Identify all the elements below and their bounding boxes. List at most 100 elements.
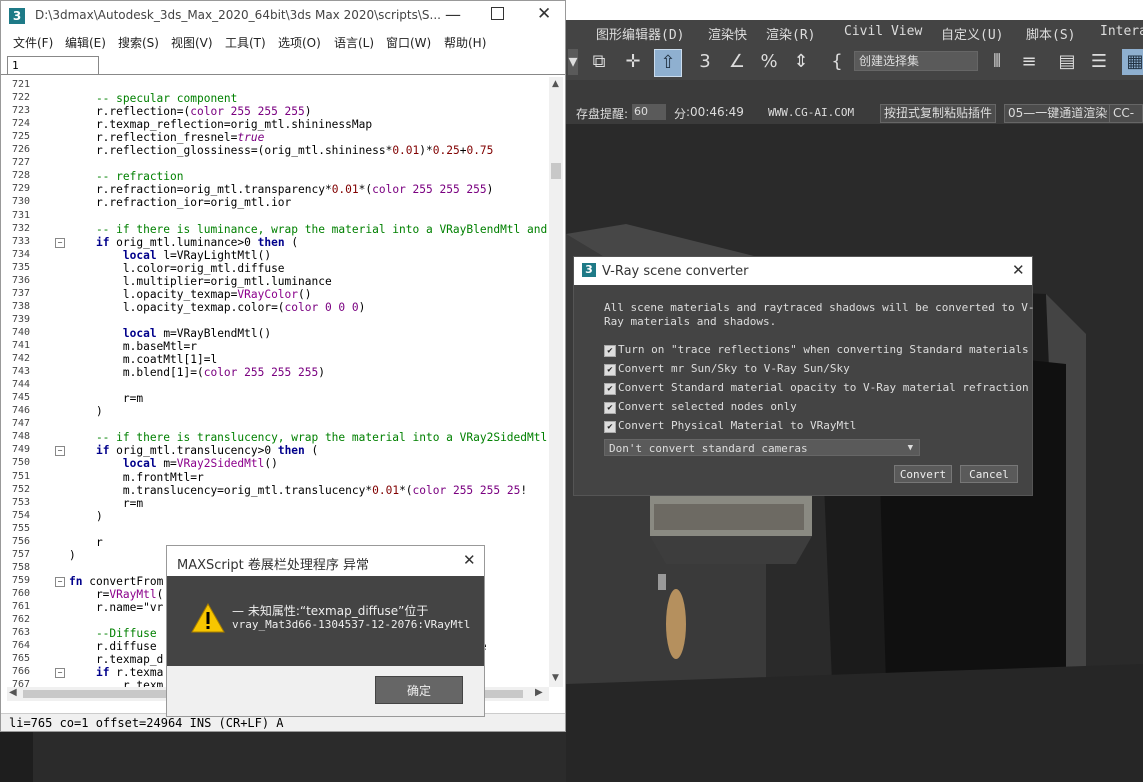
code-line: m.translucency=orig_mtl.translucency*0.0… — [69, 483, 528, 497]
error-dialog-titlebar: MAXScript 卷展栏处理程序 异常 ✕ — [167, 546, 484, 576]
snaps-3d-icon[interactable]: 3 — [692, 49, 718, 75]
line-number: 743 — [12, 366, 31, 378]
line-number: 758 — [12, 561, 31, 573]
channel-render-button[interactable]: 05—一键通道渲染 — [1004, 104, 1112, 123]
menu-render-quick[interactable]: 渲染快 — [708, 24, 747, 43]
option-label: Turn on "trace reflections" when convert… — [618, 343, 1029, 356]
vray-description-1: All scene materials and raytraced shadow… — [604, 301, 1035, 314]
code-line: if orig_mtl.translucency>0 then ( — [95, 444, 319, 458]
menu-customize[interactable]: 自定义(U) — [941, 24, 1003, 43]
line-number: 722 — [12, 92, 31, 104]
move-icon[interactable]: ✛ — [620, 49, 646, 75]
tab-vrayutils[interactable]: 1 vrayutils.ms — [7, 56, 99, 90]
menu-scripting[interactable]: 脚本(S) — [1026, 24, 1075, 43]
scroll-down-icon[interactable]: ▼ — [552, 673, 559, 683]
menu-interactive[interactable]: Intera — [1100, 24, 1143, 39]
ok-button[interactable]: 确定 — [375, 676, 463, 704]
editor-menubar: 文件(F) 编辑(E) 搜索(S) 视图(V) 工具(T) 选项(O) 语言(L… — [1, 31, 565, 53]
error-dialog-body: — 未知属性:“texmap_diffuse”位于 vray_Mat3d66-1… — [167, 576, 484, 666]
code-line: r.name="vr — [69, 601, 164, 614]
option-checkbox[interactable]: ✔ — [604, 421, 616, 433]
autosave-spinner[interactable]: 60 — [632, 104, 666, 120]
option-label: Convert selected nodes only — [618, 400, 797, 413]
menu-edit[interactable]: 编辑(E) — [65, 34, 106, 51]
line-number: 745 — [12, 392, 31, 404]
option-checkbox[interactable]: ✔ — [604, 383, 616, 395]
copy-paste-plugin-button[interactable]: 按扭式复制粘贴插件 — [880, 104, 997, 123]
menu-civil-view[interactable]: Civil View — [844, 24, 922, 39]
line-number: 764 — [12, 640, 31, 652]
vray-description-2: Ray materials and shadows. — [604, 315, 777, 328]
option-label: Convert Standard material opacity to V-R… — [618, 381, 1029, 394]
dropdown-arrow-icon[interactable]: ▾ — [568, 49, 578, 75]
close-icon[interactable]: ✕ — [1012, 261, 1025, 279]
menu-rendering[interactable]: 渲染(R) — [766, 24, 815, 43]
vertical-scroll-thumb[interactable] — [551, 163, 561, 179]
scroll-right-icon[interactable]: ▶ — [535, 687, 543, 698]
menu-tools[interactable]: 工具(T) — [225, 34, 266, 51]
snap-toggle-icon[interactable]: ⧉ — [586, 49, 612, 75]
option-checkbox[interactable]: ✔ — [604, 364, 616, 376]
cancel-button[interactable]: Cancel — [960, 465, 1018, 483]
menu-view[interactable]: 视图(V) — [171, 34, 213, 51]
fold-toggle-icon[interactable]: − — [55, 446, 65, 457]
line-number: 728 — [12, 170, 31, 182]
convert-button[interactable]: Convert — [894, 465, 952, 483]
minimize-icon[interactable]: — — [445, 5, 461, 24]
error-dialog-footer: 确定 — [167, 666, 484, 716]
mirror-icon[interactable]: ⫴ — [984, 49, 1010, 75]
menu-language[interactable]: 语言(L) — [334, 34, 374, 51]
menu-graph-editors[interactable]: 图形编辑器(D) — [596, 24, 684, 43]
menu-file[interactable]: 文件(F) — [13, 34, 53, 51]
fold-toggle-icon[interactable]: − — [55, 668, 65, 679]
code-line: --Diffuse — [69, 627, 157, 641]
line-number: 730 — [12, 196, 31, 208]
error-message-1: — 未知属性:“texmap_diffuse”位于 — [232, 604, 429, 618]
code-line: -- specular component — [69, 92, 238, 106]
close-icon[interactable]: ✕ — [463, 551, 476, 569]
scene-explorer-icon[interactable]: ▤ — [1054, 49, 1080, 75]
line-number: 754 — [12, 509, 31, 521]
line-number: 727 — [12, 157, 31, 169]
menu-help[interactable]: 帮助(H) — [444, 34, 486, 51]
line-number: 763 — [12, 627, 31, 639]
line-number: 759 — [12, 574, 31, 586]
align-icon[interactable]: ≡ — [1016, 49, 1042, 75]
line-number: 729 — [12, 183, 31, 195]
vertical-scrollbar[interactable]: ▲ ▼ — [549, 77, 563, 687]
fold-toggle-icon[interactable]: − — [55, 237, 65, 248]
code-line: r.reflection_fresnel=true — [69, 131, 265, 145]
layer-explorer-icon[interactable]: ☰ — [1086, 49, 1112, 75]
option-label: Convert Physical Material to VRayMtl — [618, 419, 857, 432]
chevron-down-icon: ▼ — [907, 443, 913, 453]
ribbon-toggle-icon[interactable]: ▦ — [1122, 49, 1143, 75]
named-selection-icon[interactable]: { — [824, 49, 850, 75]
line-number: 760 — [12, 587, 31, 599]
line-number: 742 — [12, 353, 31, 365]
menu-search[interactable]: 搜索(S) — [118, 34, 159, 51]
spinner-snap-icon[interactable]: ⇕ — [788, 49, 814, 75]
menu-window[interactable]: 窗口(W) — [386, 34, 431, 51]
line-number: 767 — [12, 679, 31, 687]
line-number: 751 — [12, 470, 31, 482]
option-label: Convert mr Sun/Sky to V-Ray Sun/Sky — [618, 362, 850, 375]
select-object-icon[interactable]: ⇧ — [654, 49, 682, 77]
option-checkbox[interactable]: ✔ — [604, 345, 616, 357]
scroll-up-icon[interactable]: ▲ — [552, 79, 559, 89]
maximize-icon[interactable] — [491, 7, 504, 20]
selection-set-dropdown[interactable]: 创建选择集 — [854, 51, 978, 71]
close-icon[interactable]: ✕ — [537, 4, 551, 24]
angle-snap-icon[interactable]: ∠ — [724, 49, 750, 75]
option-checkbox[interactable]: ✔ — [604, 402, 616, 414]
camera-conversion-dropdown[interactable]: Don't convert standard cameras ▼ — [604, 439, 920, 456]
menu-options[interactable]: 选项(O) — [278, 34, 321, 51]
fold-toggle-icon[interactable]: − — [55, 576, 65, 587]
code-line: if orig_mtl.luminance>0 then ( — [95, 235, 299, 249]
scroll-left-icon[interactable]: ◀ — [9, 687, 17, 698]
line-number: 756 — [12, 535, 31, 547]
editor-title: D:\3dmax\Autodesk_3ds_Max_2020_64bit\3ds… — [35, 8, 441, 22]
code-line: l.opacity_texmap.color=(color 0 0 0) — [69, 300, 366, 314]
percent-snap-icon[interactable]: % — [756, 49, 782, 75]
maxscript-error-dialog: MAXScript 卷展栏处理程序 异常 ✕ — 未知属性:“texmap_di… — [166, 545, 485, 717]
cc-button[interactable]: CC-01 — [1109, 104, 1143, 137]
